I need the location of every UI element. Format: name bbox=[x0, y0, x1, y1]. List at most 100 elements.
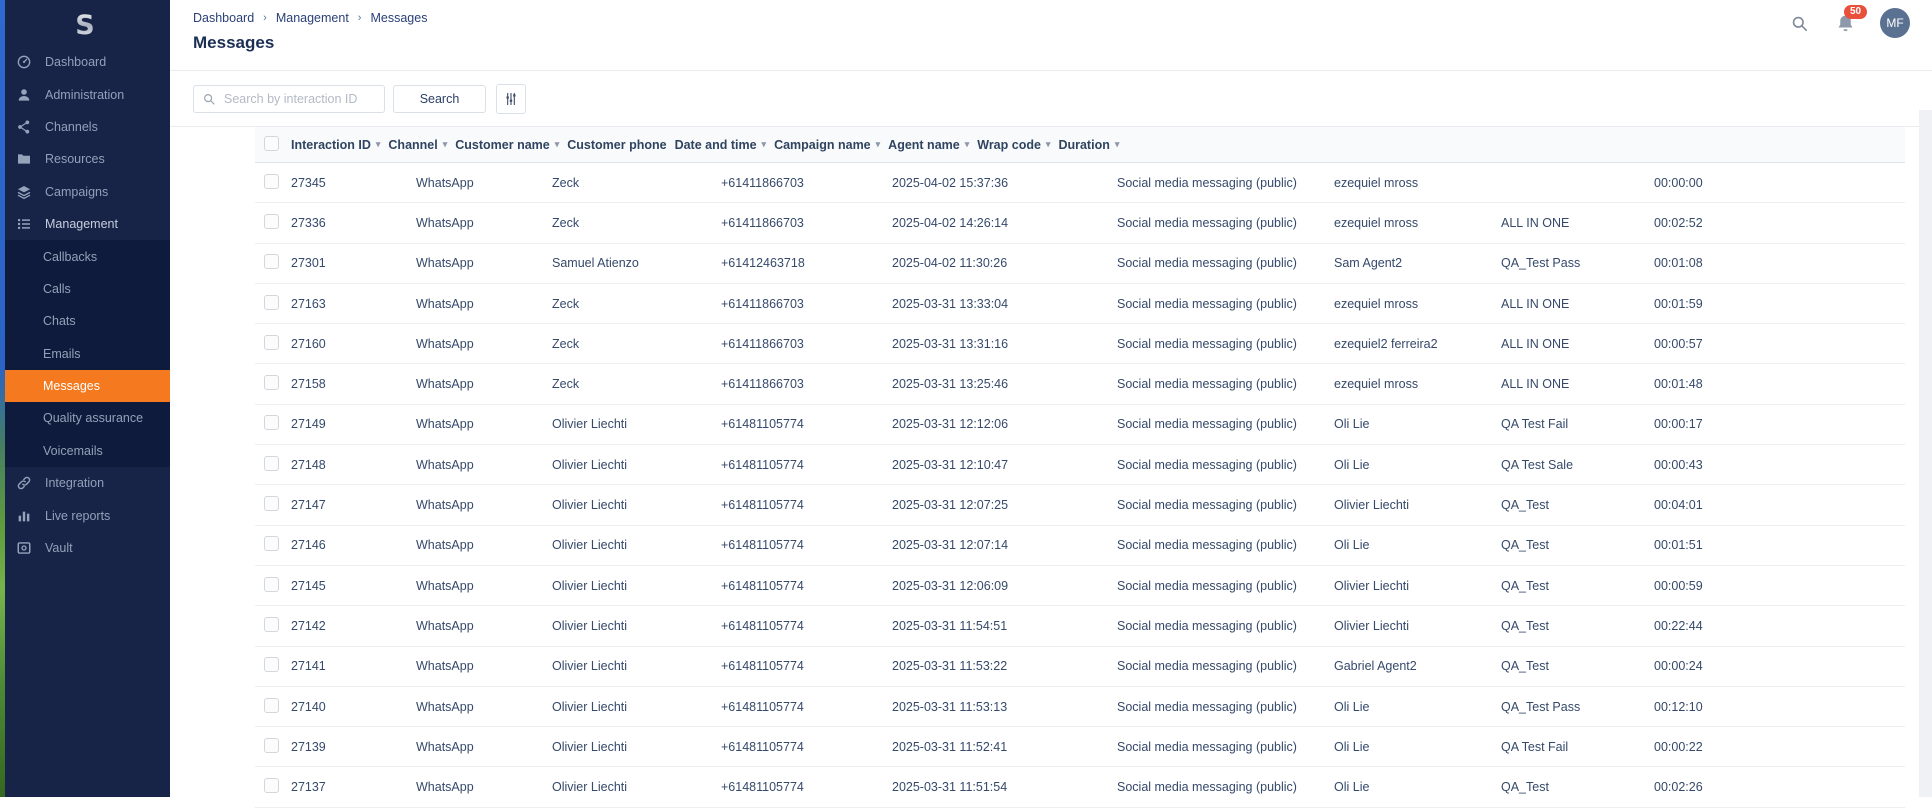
table-row[interactable]: 27149 WhatsApp Olivier Liechti +61481105… bbox=[255, 405, 1905, 445]
cell-agent-name: Olivier Liechti bbox=[1334, 498, 1501, 512]
column-header-channel[interactable]: Channel ▾ bbox=[388, 138, 455, 152]
column-header-customer-phone[interactable]: Customer phone ▾ bbox=[567, 138, 674, 152]
column-header-date-and-time[interactable]: Date and time ▾ bbox=[675, 138, 775, 152]
main-content: Dashboard › Management › Messages Messag… bbox=[170, 0, 1932, 797]
sort-caret-icon: ▾ bbox=[555, 139, 560, 150]
table-row[interactable]: 27336 WhatsApp Zeck +61411866703 2025-04… bbox=[255, 203, 1905, 243]
dashboard-icon bbox=[16, 54, 32, 70]
row-checkbox[interactable] bbox=[264, 254, 279, 269]
cell-date-time: 2025-03-31 12:12:06 bbox=[892, 417, 1117, 431]
breadcrumb-item-dashboard[interactable]: Dashboard bbox=[193, 11, 254, 25]
breadcrumb-item-management[interactable]: Management bbox=[276, 11, 349, 25]
sidebar-item-vault[interactable]: Vault bbox=[0, 532, 170, 564]
brand-logo-icon: S bbox=[70, 9, 100, 41]
cell-campaign-name: Social media messaging (public) bbox=[1117, 498, 1334, 512]
notifications-button[interactable]: 50 bbox=[1834, 12, 1856, 34]
breadcrumb-item-messages[interactable]: Messages bbox=[370, 11, 427, 25]
resources-icon bbox=[16, 151, 32, 167]
row-checkbox[interactable] bbox=[264, 738, 279, 753]
cell-agent-name: ezequiel mross bbox=[1334, 216, 1501, 230]
row-checkbox[interactable] bbox=[264, 496, 279, 511]
sidebar-subitem-calls[interactable]: Calls bbox=[0, 273, 170, 305]
avatar[interactable]: MF bbox=[1880, 8, 1910, 38]
column-header-agent-name[interactable]: Agent name ▾ bbox=[888, 138, 977, 152]
column-header-campaign-name[interactable]: Campaign name ▾ bbox=[774, 138, 888, 152]
row-checkbox[interactable] bbox=[264, 577, 279, 592]
sidebar-item-live-reports[interactable]: Live reports bbox=[0, 499, 170, 531]
row-checkbox[interactable] bbox=[264, 617, 279, 632]
cell-agent-name: ezequiel mross bbox=[1334, 377, 1501, 391]
cell-customer-phone: +61411866703 bbox=[721, 176, 892, 190]
row-checkbox[interactable] bbox=[264, 375, 279, 390]
breadcrumb-separator-icon: › bbox=[263, 12, 267, 24]
sidebar-item-administration[interactable]: Administration bbox=[0, 78, 170, 110]
cell-interaction-id: 27140 bbox=[291, 700, 416, 714]
row-checkbox[interactable] bbox=[264, 335, 279, 350]
cell-agent-name: Oli Lie bbox=[1334, 458, 1501, 472]
table-row[interactable]: 27142 WhatsApp Olivier Liechti +61481105… bbox=[255, 606, 1905, 646]
table-row[interactable]: 27163 WhatsApp Zeck +61411866703 2025-03… bbox=[255, 284, 1905, 324]
row-checkbox[interactable] bbox=[264, 456, 279, 471]
column-header-customer-name[interactable]: Customer name ▾ bbox=[455, 138, 567, 152]
cell-channel: WhatsApp bbox=[416, 659, 552, 673]
column-header-duration[interactable]: Duration ▾ bbox=[1058, 138, 1127, 152]
cell-wrap-code: ALL IN ONE bbox=[1501, 337, 1654, 351]
sidebar-item-dashboard[interactable]: Dashboard bbox=[0, 46, 170, 78]
sidebar-item-label: Live reports bbox=[45, 509, 110, 523]
cell-customer-name: Olivier Liechti bbox=[552, 579, 721, 593]
row-checkbox[interactable] bbox=[264, 295, 279, 310]
table-row[interactable]: 27137 WhatsApp Olivier Liechti +61481105… bbox=[255, 767, 1905, 807]
cell-date-time: 2025-03-31 11:54:51 bbox=[892, 619, 1117, 633]
sidebar-item-campaigns[interactable]: Campaigns bbox=[0, 176, 170, 208]
table-row[interactable]: 27301 WhatsApp Samuel Atienzo +614124637… bbox=[255, 244, 1905, 284]
global-search-button[interactable] bbox=[1788, 12, 1810, 34]
table-row[interactable]: 27160 WhatsApp Zeck +61411866703 2025-03… bbox=[255, 324, 1905, 364]
column-header-wrap-code[interactable]: Wrap code ▾ bbox=[977, 138, 1058, 152]
cell-channel: WhatsApp bbox=[416, 458, 552, 472]
cell-date-time: 2025-03-31 13:33:04 bbox=[892, 297, 1117, 311]
table-row[interactable]: 27139 WhatsApp Olivier Liechti +61481105… bbox=[255, 727, 1905, 767]
row-checkbox[interactable] bbox=[264, 536, 279, 551]
sidebar-item-channels[interactable]: Channels bbox=[0, 111, 170, 143]
cell-interaction-id: 27139 bbox=[291, 740, 416, 754]
table-row[interactable]: 27140 WhatsApp Olivier Liechti +61481105… bbox=[255, 687, 1905, 727]
column-header-label: Date and time bbox=[675, 138, 757, 152]
column-header-label: Customer name bbox=[455, 138, 549, 152]
filter-button[interactable] bbox=[496, 84, 526, 114]
row-checkbox[interactable] bbox=[264, 214, 279, 229]
row-checkbox[interactable] bbox=[264, 778, 279, 793]
management-icon bbox=[16, 216, 32, 232]
table-header-row: Interaction ID ▾ Channel ▾ Customer name… bbox=[255, 127, 1905, 163]
table-row[interactable]: 27345 WhatsApp Zeck +61411866703 2025-04… bbox=[255, 163, 1905, 203]
search-input[interactable] bbox=[222, 91, 376, 107]
table-row[interactable]: 27158 WhatsApp Zeck +61411866703 2025-03… bbox=[255, 364, 1905, 404]
sidebar-item-management[interactable]: Management bbox=[0, 208, 170, 240]
cell-campaign-name: Social media messaging (public) bbox=[1117, 297, 1334, 311]
sidebar-item-resources[interactable]: Resources bbox=[0, 143, 170, 175]
sidebar-subitem-messages[interactable]: Messages bbox=[0, 370, 170, 402]
sidebar-subitem-emails[interactable]: Emails bbox=[0, 338, 170, 370]
cell-interaction-id: 27137 bbox=[291, 780, 416, 794]
table-row[interactable]: 27148 WhatsApp Olivier Liechti +61481105… bbox=[255, 445, 1905, 485]
table-row[interactable]: 27147 WhatsApp Olivier Liechti +61481105… bbox=[255, 485, 1905, 525]
cell-campaign-name: Social media messaging (public) bbox=[1117, 256, 1334, 270]
row-checkbox[interactable] bbox=[264, 657, 279, 672]
cell-duration: 00:00:59 bbox=[1654, 579, 1905, 593]
table-row[interactable]: 27146 WhatsApp Olivier Liechti +61481105… bbox=[255, 526, 1905, 566]
cell-interaction-id: 27145 bbox=[291, 579, 416, 593]
row-checkbox[interactable] bbox=[264, 174, 279, 189]
channels-icon bbox=[16, 119, 32, 135]
row-checkbox[interactable] bbox=[264, 698, 279, 713]
table-row[interactable]: 27145 WhatsApp Olivier Liechti +61481105… bbox=[255, 566, 1905, 606]
cell-channel: WhatsApp bbox=[416, 579, 552, 593]
column-header-interaction-id[interactable]: Interaction ID ▾ bbox=[291, 138, 388, 152]
sidebar-item-integration[interactable]: Integration bbox=[0, 467, 170, 499]
sidebar-subitem-callbacks[interactable]: Callbacks bbox=[0, 240, 170, 272]
row-checkbox[interactable] bbox=[264, 415, 279, 430]
sidebar-subitem-quality-assurance[interactable]: Quality assurance bbox=[0, 402, 170, 434]
sidebar-subitem-voicemails[interactable]: Voicemails bbox=[0, 435, 170, 467]
table-row[interactable]: 27141 WhatsApp Olivier Liechti +61481105… bbox=[255, 647, 1905, 687]
sidebar-subitem-chats[interactable]: Chats bbox=[0, 305, 170, 337]
search-button[interactable]: Search bbox=[393, 85, 486, 113]
select-all-checkbox[interactable] bbox=[264, 136, 279, 151]
